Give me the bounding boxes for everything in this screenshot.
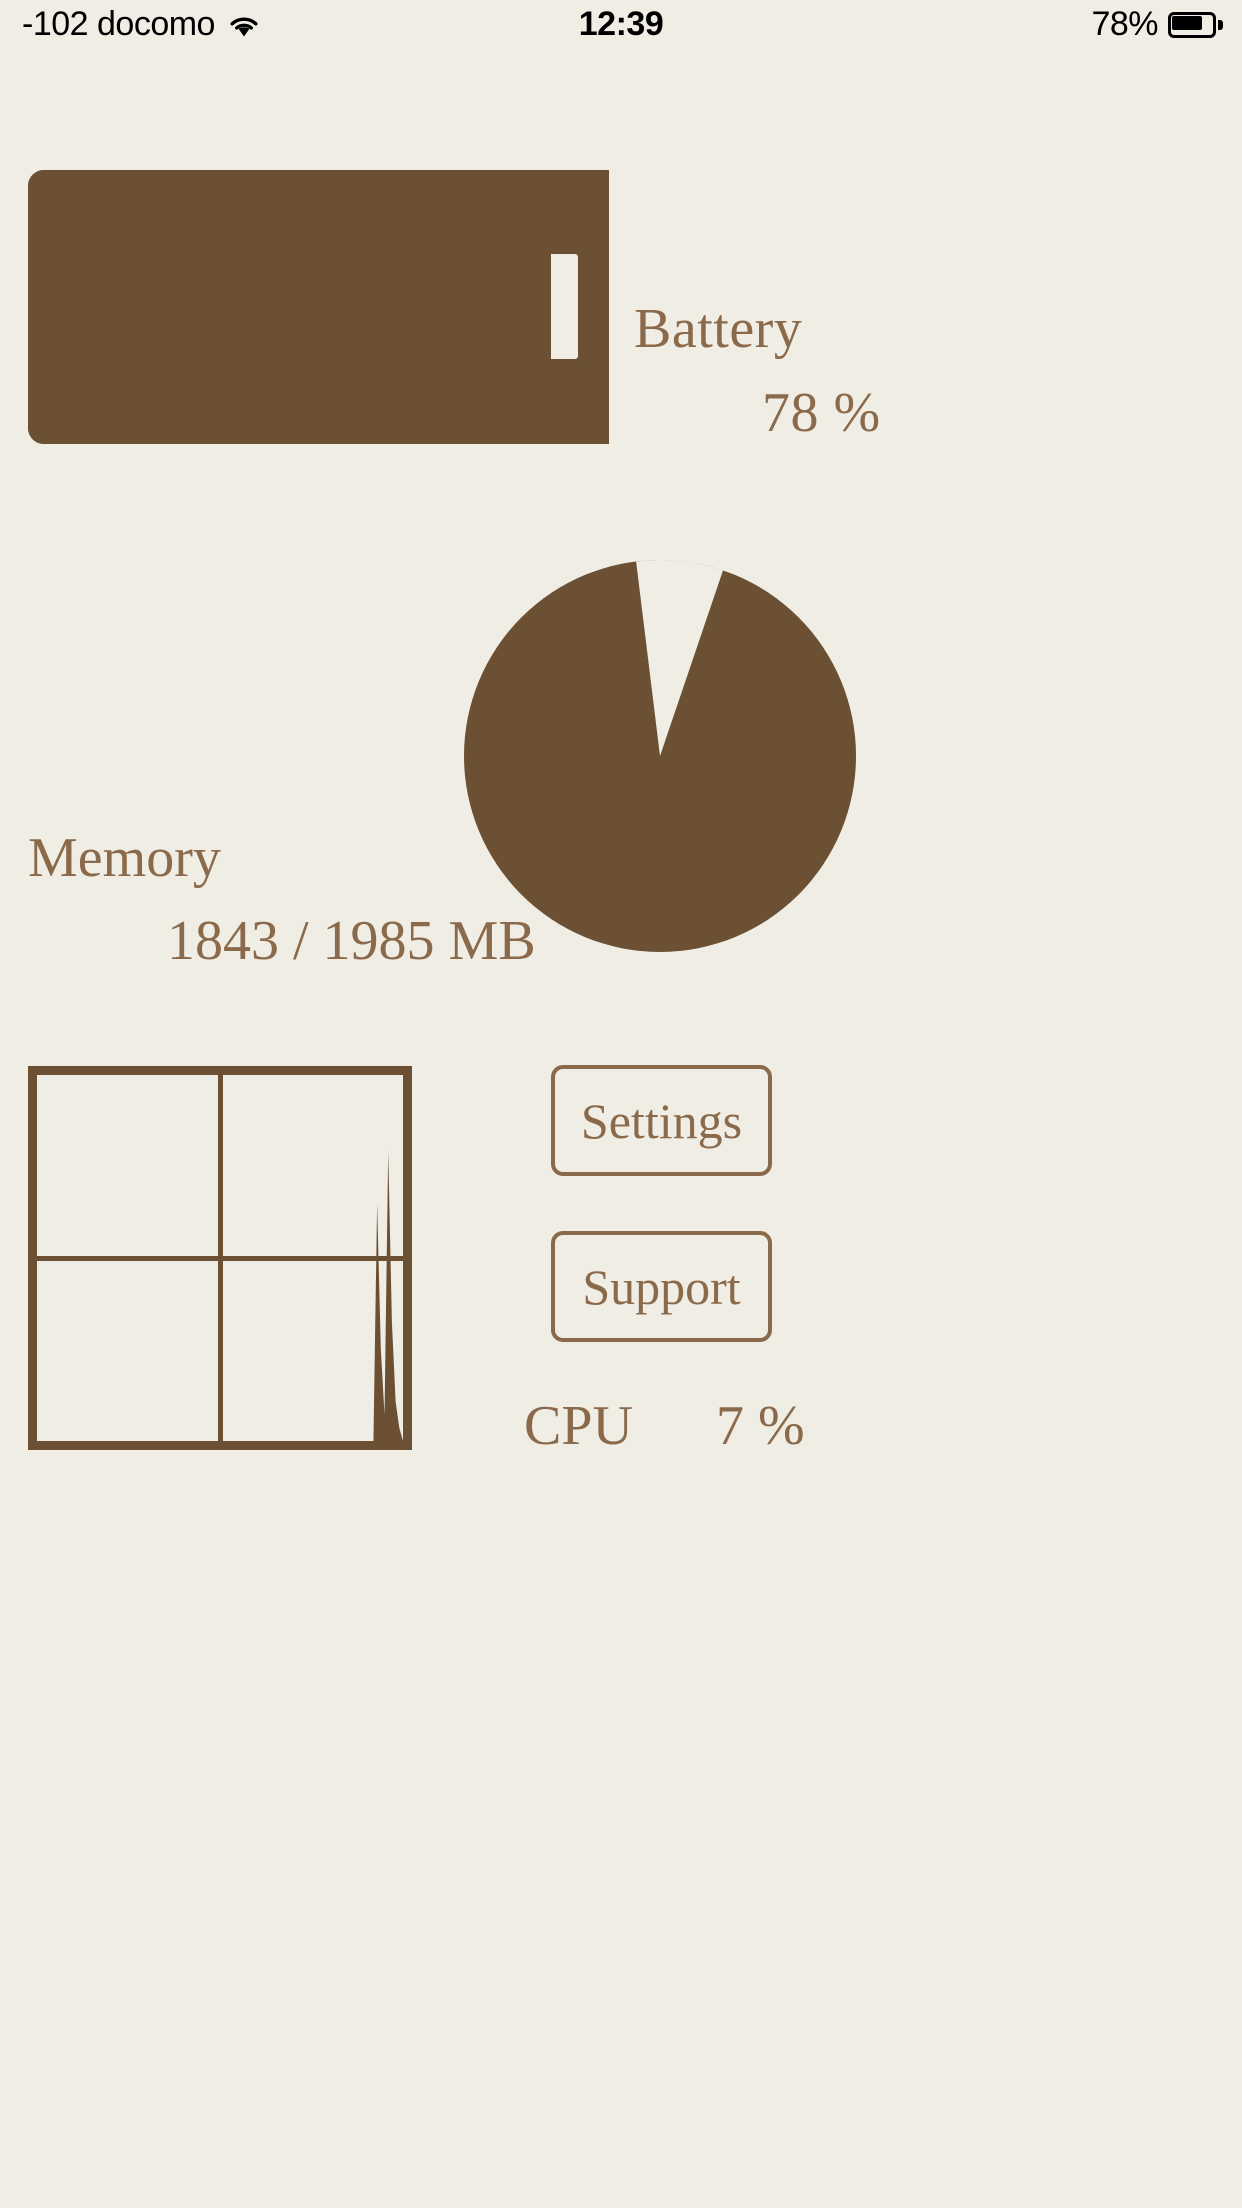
- app-root: -102 docomo 12:39 78% Battery 78 % Memor…: [0, 0, 1242, 2208]
- battery-label: Battery: [634, 298, 803, 360]
- pie-chart-icon: [464, 560, 856, 952]
- cpu-graph-icon: [28, 1066, 412, 1450]
- settings-button-label: Settings: [580, 1092, 743, 1149]
- support-button-label: Support: [582, 1258, 741, 1315]
- settings-button[interactable]: Settings: [551, 1065, 772, 1176]
- cpu-label: CPU: [524, 1395, 633, 1457]
- cpu-history-sparkline: [37, 1151, 403, 1441]
- support-button[interactable]: Support: [551, 1231, 772, 1342]
- memory-label: Memory: [28, 827, 221, 889]
- battery-percent-value: 78 %: [762, 382, 881, 444]
- battery-terminal-icon: [551, 245, 587, 368]
- battery-section: Battery 78 %: [0, 0, 1242, 620]
- cpu-percent-value: 7 %: [716, 1395, 805, 1457]
- memory-value: 1843 / 1985 MB: [167, 910, 536, 972]
- battery-level-fill: [28, 170, 609, 444]
